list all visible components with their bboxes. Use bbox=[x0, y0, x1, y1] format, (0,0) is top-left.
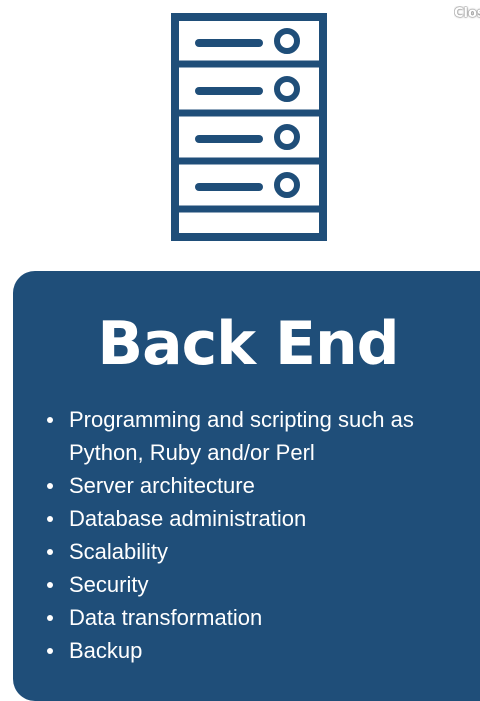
server-rack-icon bbox=[171, 13, 327, 241]
list-item: Scalability bbox=[47, 535, 467, 568]
list-item-text: Security bbox=[69, 572, 149, 597]
close-button[interactable]: Close bbox=[454, 6, 480, 21]
list-item: Backup bbox=[47, 634, 467, 667]
skill-list: Programming and scripting such as Python… bbox=[47, 403, 467, 667]
list-item-text: Scalability bbox=[69, 539, 169, 564]
list-item: Server architecture bbox=[47, 469, 467, 502]
bullet-icon bbox=[47, 516, 53, 522]
bullet-icon bbox=[47, 549, 53, 555]
list-item-text: Programming and scripting such as Python… bbox=[69, 407, 414, 465]
bullet-icon bbox=[47, 615, 53, 621]
bullet-icon bbox=[47, 417, 53, 423]
list-item: Database administration bbox=[47, 502, 467, 535]
list-item-text: Backup bbox=[69, 638, 143, 663]
list-item: Security bbox=[47, 568, 467, 601]
list-item: Data transformation bbox=[47, 601, 467, 634]
list-item-text: Database administration bbox=[69, 506, 307, 531]
list-item-text: Data transformation bbox=[69, 605, 263, 630]
bullet-icon bbox=[47, 483, 53, 489]
bullet-icon bbox=[47, 648, 53, 654]
card-title: Back End bbox=[97, 309, 399, 379]
list-item-text: Server architecture bbox=[69, 473, 255, 498]
bullet-icon bbox=[47, 582, 53, 588]
list-item: Programming and scripting such as Python… bbox=[47, 403, 467, 469]
back-end-card: Back End Programming and scripting such … bbox=[13, 271, 480, 701]
